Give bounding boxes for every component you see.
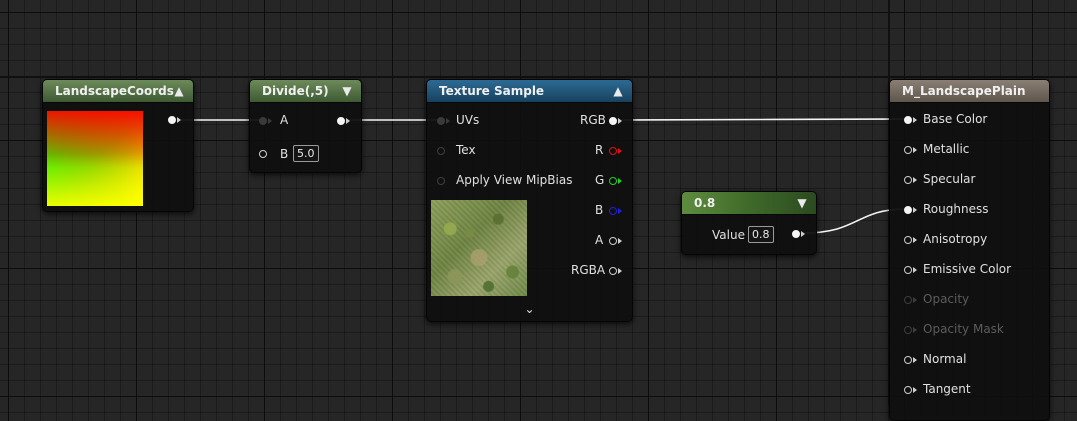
output-arrow-icon [346,118,350,124]
node-title: LandscapeCoords [55,84,174,98]
output-label-g: G [595,173,605,187]
output-label-rgb: RGB [580,113,606,127]
input-arrow-icon [913,357,917,363]
input-arrow-icon [913,237,917,243]
chevron-down-icon[interactable]: ⌄ [427,302,632,316]
texture-sample-node[interactable]: Texture Sample ▲ UVs Tex Apply View MipB… [426,79,633,322]
input-arrow-icon [268,118,272,124]
input-label-tangent: Tangent [923,382,971,396]
node-title: 0.8 [694,196,716,210]
output-arrow-icon [177,117,181,123]
constant-header[interactable]: 0.8 ▼ [682,192,816,215]
input-pin-tex[interactable] [437,147,445,155]
input-arrow-icon [913,327,917,333]
texture-preview-thumbnail[interactable] [431,200,527,296]
input-pin-tangent[interactable] [904,386,912,394]
output-arrow-icon [618,208,622,214]
material-result-header[interactable]: M_LandscapePlain [890,80,1049,103]
input-label-normal: Normal [923,352,967,366]
output-arrow-icon [618,268,622,274]
input-pin-base-color[interactable] [904,116,912,124]
input-pin-opacity-mask [904,326,912,334]
input-pin-metallic[interactable] [904,146,912,154]
node-title: Texture Sample [439,84,545,98]
input-label-mipbias: Apply View MipBias [456,173,573,187]
input-label-base-color: Base Color [923,112,988,126]
input-arrow-icon [446,118,450,124]
output-label-b: B [595,203,604,217]
input-pin-mipbias[interactable] [437,177,445,185]
landscape-coords-header[interactable]: LandscapeCoords ▲ [43,80,193,103]
input-pin-specular[interactable] [904,176,912,184]
output-arrow-icon [618,118,622,124]
output-pin[interactable] [792,230,800,238]
input-arrow-icon [913,267,917,273]
input-label-roughness: Roughness [923,202,989,216]
input-label-emissive-color: Emissive Color [923,262,1012,276]
input-pin-anisotropy[interactable] [904,236,912,244]
output-pin[interactable] [168,116,176,124]
output-arrow-icon [618,238,622,244]
output-arrow-icon [801,231,805,237]
input-label-metallic: Metallic [923,142,970,156]
output-pin-a[interactable] [609,237,617,245]
node-title: Divide(,5) [262,84,329,98]
output-pin-b[interactable] [609,207,617,215]
landscape-coords-preview [47,111,143,206]
value-label: Value [712,228,745,242]
output-pin[interactable] [337,117,345,125]
chevron-down-icon[interactable]: ▼ [339,80,355,102]
input-label-tex: Tex [456,143,476,157]
output-pin-rgba[interactable] [609,267,617,275]
divide-node[interactable]: Divide(,5) ▼ A B 5.0 [249,79,362,173]
divide-header[interactable]: Divide(,5) ▼ [250,80,361,103]
input-arrow-icon [913,177,917,183]
wire-rgb-to-base-color [620,118,908,121]
input-arrow-icon [913,207,917,213]
input-arrow-icon [913,387,917,393]
input-arrow-icon [913,147,917,153]
input-pin-opacity [904,296,912,304]
landscape-coords-node[interactable]: LandscapeCoords ▲ [42,79,194,212]
output-label-a: A [595,233,604,247]
output-arrow-icon [618,148,622,154]
output-label-r: R [595,143,604,157]
input-label-b: B [280,147,289,161]
input-label-opacity: Opacity [923,292,970,306]
input-pin-emissive-color[interactable] [904,266,912,274]
input-pin-normal[interactable] [904,356,912,364]
input-label-uvs: UVs [456,113,480,127]
value-field[interactable]: 0.8 [748,226,774,243]
output-pin-g[interactable] [609,177,617,185]
material-result-node[interactable]: M_LandscapePlain Base Color Metallic Spe… [889,79,1050,421]
input-pin-a[interactable] [259,117,267,125]
input-arrow-icon [913,297,917,303]
input-pin-b[interactable] [259,150,267,158]
input-pin-uvs[interactable] [437,117,445,125]
texture-sample-header[interactable]: Texture Sample ▲ [427,80,632,103]
node-title: M_LandscapePlain [902,84,1026,98]
input-label-opacity-mask: Opacity Mask [923,322,1004,336]
input-arrow-icon [913,117,917,123]
output-label-rgba: RGBA [571,263,606,277]
output-pin-rgb[interactable] [609,117,617,125]
chevron-up-icon[interactable]: ▲ [610,80,626,102]
input-b-value-field[interactable]: 5.0 [293,145,319,162]
input-pin-roughness[interactable] [904,206,912,214]
input-label-anisotropy: Anisotropy [923,232,988,246]
input-label-specular: Specular [923,172,976,186]
output-pin-r[interactable] [609,147,617,155]
constant-node[interactable]: 0.8 ▼ Value 0.8 [681,191,817,255]
input-label-a: A [280,113,289,127]
chevron-down-icon[interactable]: ▼ [794,192,810,214]
chevron-up-icon[interactable]: ▲ [171,80,187,102]
output-arrow-icon [618,178,622,184]
